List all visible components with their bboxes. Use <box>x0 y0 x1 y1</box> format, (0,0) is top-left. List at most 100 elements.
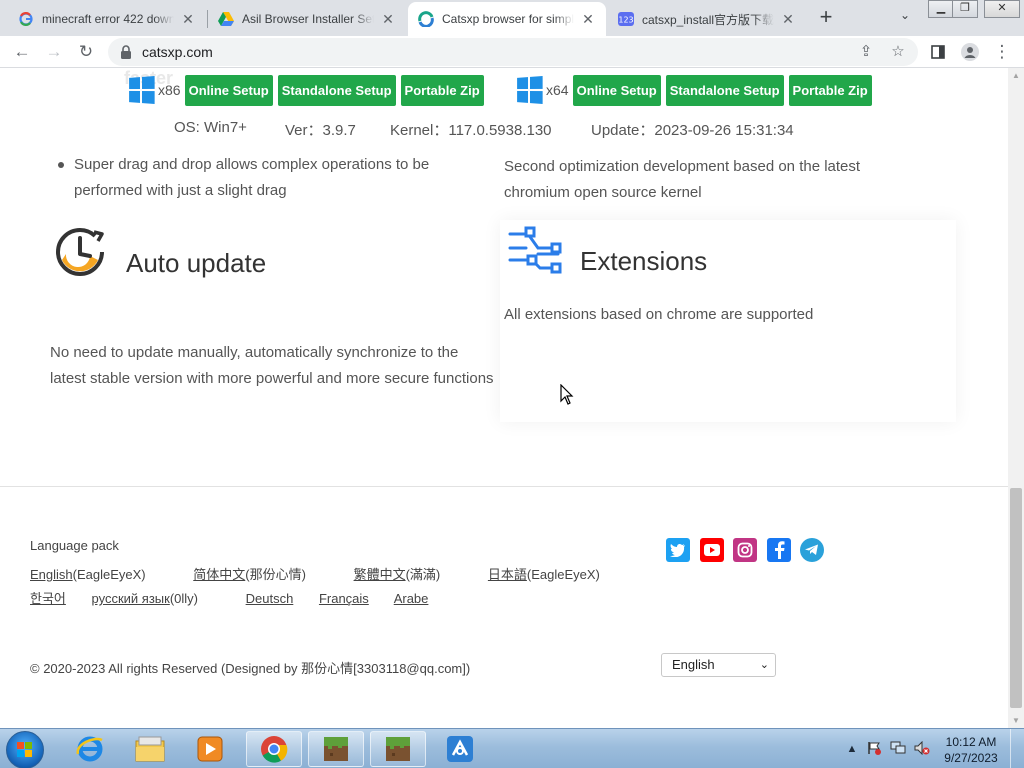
clock-time: 10:12 AM <box>945 735 997 749</box>
bookmark-star-icon[interactable]: ☆ <box>888 42 908 62</box>
tab-close-icon[interactable]: ✕ <box>180 11 196 27</box>
extensions-title: Extensions <box>580 246 708 276</box>
x64-portable-zip-button[interactable]: Portable Zip <box>788 74 872 106</box>
show-hidden-icons-chevron[interactable]: ▲ <box>844 741 860 757</box>
copyright-text: © 2020-2023 All rights Reserved (Designe… <box>30 661 471 676</box>
x86-portable-zip-button[interactable]: Portable Zip <box>400 74 484 106</box>
x64-online-setup-button[interactable]: Online Setup <box>572 74 661 106</box>
page-scrollbar[interactable]: ▲ ▼ <box>1008 68 1024 728</box>
tab-search-chevron-icon[interactable]: ⌄ <box>896 8 914 26</box>
taskbar-clock[interactable]: 10:12 AM 9/27/2023 <box>940 734 1002 766</box>
tab-catsxp-browser[interactable]: Catsxp browser for simpl ✕ <box>408 2 606 36</box>
os-requirement: OS: Win7+ <box>174 119 247 136</box>
extensions-description: All extensions based on chrome are suppo… <box>504 306 814 323</box>
volume-muted-icon[interactable] <box>914 740 930 757</box>
language-row-1: English(EagleEyeX) 简体中文(那份心情) 繁體中文(滿滿) 日… <box>30 564 644 583</box>
address-bar[interactable]: catsxp.com ⇪ ☆ <box>108 38 918 66</box>
action-center-flag-icon[interactable] <box>866 741 882 757</box>
update-date-label: Update：2023-09-26 15:31:34 <box>591 122 794 139</box>
tab-close-icon[interactable]: ✕ <box>580 11 596 27</box>
instagram-icon[interactable] <box>733 538 757 562</box>
language-link-english[interactable]: English(EagleEyeX) <box>30 567 168 582</box>
x86-online-setup-button[interactable]: Online Setup <box>184 74 273 106</box>
windows-logo-icon <box>517 76 543 104</box>
tab-close-icon[interactable]: ✕ <box>380 11 396 27</box>
twitter-icon[interactable] <box>666 538 690 562</box>
tab-close-icon[interactable]: ✕ <box>780 11 796 27</box>
ie-icon[interactable] <box>62 731 118 767</box>
facebook-icon[interactable] <box>767 538 791 562</box>
scroll-up-arrow-icon[interactable]: ▲ <box>1012 71 1020 80</box>
minimize-button[interactable]: ▁ <box>928 0 954 18</box>
language-link-german[interactable]: Deutsch <box>246 591 294 606</box>
media-player-icon[interactable] <box>182 731 238 767</box>
clock-date: 9/27/2023 <box>944 751 998 765</box>
lock-icon[interactable] <box>120 45 134 59</box>
file-explorer-icon[interactable] <box>122 731 178 767</box>
language-link-simplified-chinese[interactable]: 简体中文(那份心情) <box>193 567 328 582</box>
minecraft-icon[interactable] <box>308 731 364 767</box>
download-row-x64: x64 Online Setup Standalone Setup Portab… <box>516 74 877 106</box>
language-link-traditional-chinese[interactable]: 繁體中文(滿滿) <box>354 567 463 582</box>
language-link-russian[interactable]: русский язык(0lly) <box>92 591 220 606</box>
restore-button[interactable]: ❐ <box>952 0 978 18</box>
side-panel-icon[interactable] <box>926 40 950 64</box>
language-select[interactable]: English ⌄ <box>661 653 776 677</box>
mouse-pointer-icon <box>560 383 574 406</box>
x64-standalone-setup-button[interactable]: Standalone Setup <box>665 74 784 106</box>
version-label: Ver：3.9.7 <box>285 122 356 139</box>
minecraft-icon[interactable] <box>370 731 426 767</box>
chevron-down-icon: ⌄ <box>759 659 769 671</box>
drag-drop-feature-text: Super drag and drop allows complex opera… <box>74 156 430 199</box>
arch-label: x64 <box>546 82 569 98</box>
profile-avatar-icon[interactable] <box>958 40 982 64</box>
123-icon: 123 <box>618 11 634 27</box>
auto-update-clock-icon <box>52 224 108 280</box>
page-content: faster x86 Online Setup Standalone Setup… <box>0 68 1008 728</box>
back-button[interactable]: ← <box>10 40 34 64</box>
tab-title: Asil Browser Installer Setu <box>242 12 374 26</box>
language-row-2: 한국어 русский язык(0lly) Deutsch Français … <box>30 588 450 607</box>
language-link-arabic[interactable]: Arabe <box>394 591 429 606</box>
x86-standalone-setup-button[interactable]: Standalone Setup <box>277 74 396 106</box>
new-tab-button[interactable]: + <box>814 6 838 30</box>
google-drive-icon <box>218 11 234 27</box>
catsxp-icon[interactable] <box>432 731 488 767</box>
browser-toolbar: ← → ↻ catsxp.com ⇪ ☆ ⋮ <box>0 36 1024 68</box>
windows-logo-icon <box>129 76 155 104</box>
chrome-icon[interactable] <box>246 731 302 767</box>
reload-button[interactable]: ↻ <box>74 40 98 64</box>
show-desktop-button[interactable] <box>1010 729 1024 768</box>
tab-minecraft-error[interactable]: minecraft error 422 down ✕ <box>8 2 206 36</box>
start-button[interactable] <box>6 731 44 768</box>
language-link-japanese[interactable]: 日本語(EagleEyeX) <box>488 567 622 582</box>
share-icon[interactable]: ⇪ <box>856 42 876 62</box>
optimization-feature-text: Second optimization development based on… <box>504 158 861 201</box>
auto-update-title: Auto update <box>126 248 267 278</box>
network-icon[interactable] <box>890 741 906 757</box>
tab-asil-browser[interactable]: Asil Browser Installer Setu ✕ <box>208 2 406 36</box>
kernel-label: Kernel：117.0.5938.130 <box>390 122 552 139</box>
tab-title: minecraft error 422 down <box>42 12 174 26</box>
menu-kebab-icon[interactable]: ⋮ <box>990 40 1014 64</box>
tab-title: Catsxp browser for simpl <box>442 12 574 26</box>
google-icon <box>18 11 34 27</box>
language-link-french[interactable]: Français <box>319 591 369 606</box>
catsxp-icon <box>418 11 434 27</box>
svg-text:123: 123 <box>618 16 633 25</box>
youtube-icon[interactable] <box>700 538 724 562</box>
close-window-button[interactable]: ✕ <box>984 0 1020 18</box>
tab-catsxp-install[interactable]: 123 catsxp_install官方版下载 ✕ <box>608 2 806 36</box>
auto-update-description: No need to update manually, automaticall… <box>50 344 494 387</box>
url-text: catsxp.com <box>142 44 213 60</box>
footer-divider <box>0 486 1008 487</box>
scroll-thumb[interactable] <box>1010 488 1022 708</box>
windows-taskbar: ▲ 10:12 AM 9/27/2023 <box>0 728 1024 768</box>
tab-title: catsxp_install官方版下载 <box>642 12 774 27</box>
telegram-icon[interactable] <box>800 538 824 562</box>
forward-button[interactable]: → <box>42 40 66 64</box>
arch-label: x86 <box>158 82 181 98</box>
language-pack-title: Language pack <box>30 538 119 553</box>
scroll-down-arrow-icon[interactable]: ▼ <box>1012 716 1020 725</box>
language-link-korean[interactable]: 한국어 <box>30 591 66 606</box>
